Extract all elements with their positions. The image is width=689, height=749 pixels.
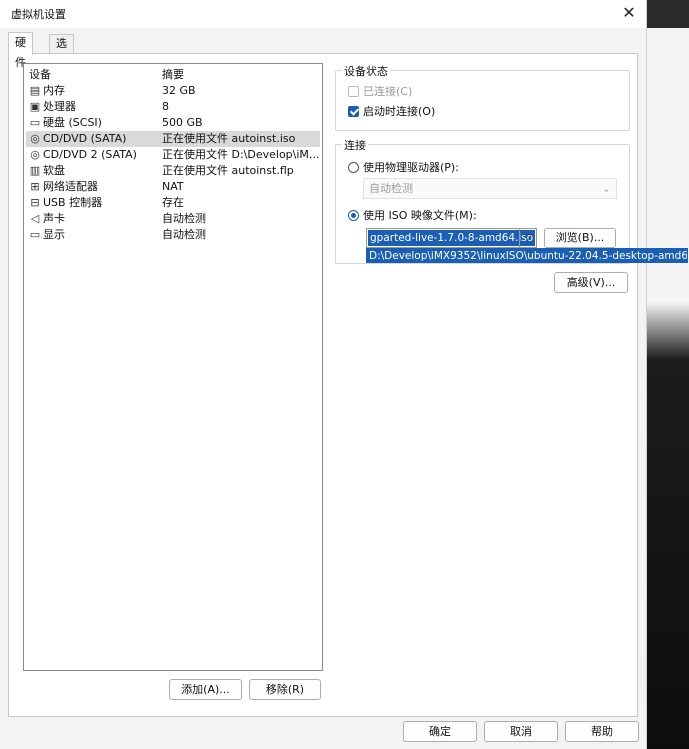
device-row-floppy[interactable]: ▥ 软盘 正在使用文件 autoinst.flp <box>26 163 320 179</box>
connection-label: 连接 <box>342 137 368 153</box>
device-name: 处理器 <box>43 100 76 113</box>
device-summary: 正在使用文件 autoinst.iso <box>162 132 296 145</box>
close-icon[interactable]: ✕ <box>612 0 646 28</box>
device-name: 硬盘 (SCSI) <box>43 116 102 129</box>
device-row-network[interactable]: ⊞ 网络适配器 NAT <box>26 179 320 195</box>
device-list[interactable]: 设备 摘要 ▤ 内存 32 GB ▣ 处理器 8 ▭ 硬盘 (SCSI) 500 GB… <box>23 63 323 671</box>
connect-on-power-checkbox[interactable]: 启动时连接(O) <box>348 103 435 119</box>
device-row-cddvd[interactable]: ◎ CD/DVD (SATA) 正在使用文件 autoinst.iso <box>26 131 320 147</box>
device-status-group: 设备状态 已连接(C) 启动时连接(O) <box>335 63 630 131</box>
memory-icon: ▤ <box>29 84 41 97</box>
device-summary: 正在使用文件 autoinst.flp <box>162 164 294 177</box>
vm-settings-dialog: 虚拟机设置 ✕ 硬件 选项 设备 摘要 ▤内存 32 GB ▣处理器 8 ▭硬盘… <box>0 0 688 749</box>
ok-button[interactable]: 确定 <box>403 721 477 742</box>
checkbox-unchecked-icon <box>348 86 359 97</box>
tab-options[interactable]: 选项 <box>49 34 74 68</box>
device-summary: 32 GB <box>162 84 196 97</box>
iso-path-value: gparted-live-1.7.0-8-amd64.iso <box>368 230 536 246</box>
monitor-icon: ▭ <box>29 228 41 241</box>
iso-dropdown-option[interactable]: D:\Develop\iMX9352\linuxISO\ubuntu-22.04… <box>366 248 688 263</box>
device-row-memory[interactable]: ▤ 内存 32 GB <box>26 83 320 99</box>
device-summary: 8 <box>162 100 169 113</box>
harddisk-icon: ▭ <box>29 116 41 129</box>
device-name: USB 控制器 <box>43 196 103 209</box>
device-row-sound[interactable]: ◁ 声卡 自动检测 <box>26 211 320 227</box>
device-summary: 自动检测 <box>162 228 206 241</box>
network-icon: ⊞ <box>30 180 40 193</box>
device-name: 软盘 <box>43 164 65 177</box>
device-name: 声卡 <box>43 212 65 225</box>
device-name: 显示 <box>43 228 65 241</box>
background-window <box>640 28 689 749</box>
chevron-down-icon[interactable]: ▽ <box>519 229 536 247</box>
browse-button[interactable]: 浏览(B)... <box>544 228 616 248</box>
device-summary: 自动检测 <box>162 212 206 225</box>
device-name: CD/DVD (SATA) <box>43 132 127 145</box>
device-row-usb[interactable]: ⊟ USB 控制器 存在 <box>26 195 320 211</box>
connected-checkbox[interactable]: 已连接(C) <box>348 83 412 99</box>
device-status-label: 设备状态 <box>342 63 390 79</box>
iso-image-radio[interactable]: 使用 ISO 映像文件(M): <box>348 207 477 223</box>
iso-image-label: 使用 ISO 映像文件(M): <box>363 209 477 222</box>
physical-drive-radio[interactable]: 使用物理驱动器(P): <box>348 159 459 175</box>
column-header-summary: 摘要 <box>162 68 184 81</box>
cd-icon: ◎ <box>30 132 40 145</box>
device-row-cddvd-2[interactable]: ◎ CD/DVD 2 (SATA) 正在使用文件 D:\Develop\iM... <box>26 147 320 163</box>
add-device-button[interactable]: 添加(A)... <box>169 679 242 700</box>
physical-drive-label: 使用物理驱动器(P): <box>363 161 459 174</box>
radio-unselected-icon <box>348 162 359 173</box>
chevron-down-icon: ⌄ <box>601 182 611 195</box>
column-header-device: 设备 <box>29 68 51 81</box>
physical-drive-select[interactable]: 自动检测 ⌄ <box>363 178 617 199</box>
device-name: 内存 <box>43 84 65 97</box>
device-row-processor[interactable]: ▣ 处理器 8 <box>26 99 320 115</box>
window-title: 虚拟机设置 <box>11 8 66 21</box>
device-summary: 正在使用文件 D:\Develop\iM... <box>162 148 320 161</box>
checkbox-checked-icon <box>348 106 359 117</box>
device-list-header: 设备 摘要 <box>26 67 320 83</box>
help-button[interactable]: 帮助 <box>565 721 639 742</box>
connect-on-power-label: 启动时连接(O) <box>363 105 436 118</box>
device-summary: NAT <box>162 180 184 193</box>
cd-icon: ◎ <box>30 148 40 161</box>
device-summary: 500 GB <box>162 116 203 129</box>
advanced-button[interactable]: 高级(V)... <box>554 272 628 293</box>
device-summary: 存在 <box>162 196 184 209</box>
connected-label: 已连接(C) <box>363 85 413 98</box>
radio-selected-icon <box>348 210 359 221</box>
speaker-icon: ◁ <box>30 212 40 225</box>
remove-device-button[interactable]: 移除(R) <box>249 679 321 700</box>
tab-hardware[interactable]: 硬件 <box>8 32 33 69</box>
device-row-harddisk[interactable]: ▭ 硬盘 (SCSI) 500 GB <box>26 115 320 131</box>
floppy-icon: ▥ <box>29 164 41 177</box>
physical-drive-value: 自动检测 <box>369 182 413 195</box>
usb-icon: ⊟ <box>30 196 40 209</box>
device-row-display[interactable]: ▭ 显示 自动检测 <box>26 227 320 243</box>
device-name: CD/DVD 2 (SATA) <box>43 148 137 161</box>
iso-path-combobox[interactable]: gparted-live-1.7.0-8-amd64.iso ▽ <box>366 228 537 248</box>
device-name: 网络适配器 <box>43 180 98 193</box>
title-bar: 虚拟机设置 ✕ <box>0 0 646 28</box>
cpu-icon: ▣ <box>29 100 41 113</box>
cancel-button[interactable]: 取消 <box>484 721 558 742</box>
